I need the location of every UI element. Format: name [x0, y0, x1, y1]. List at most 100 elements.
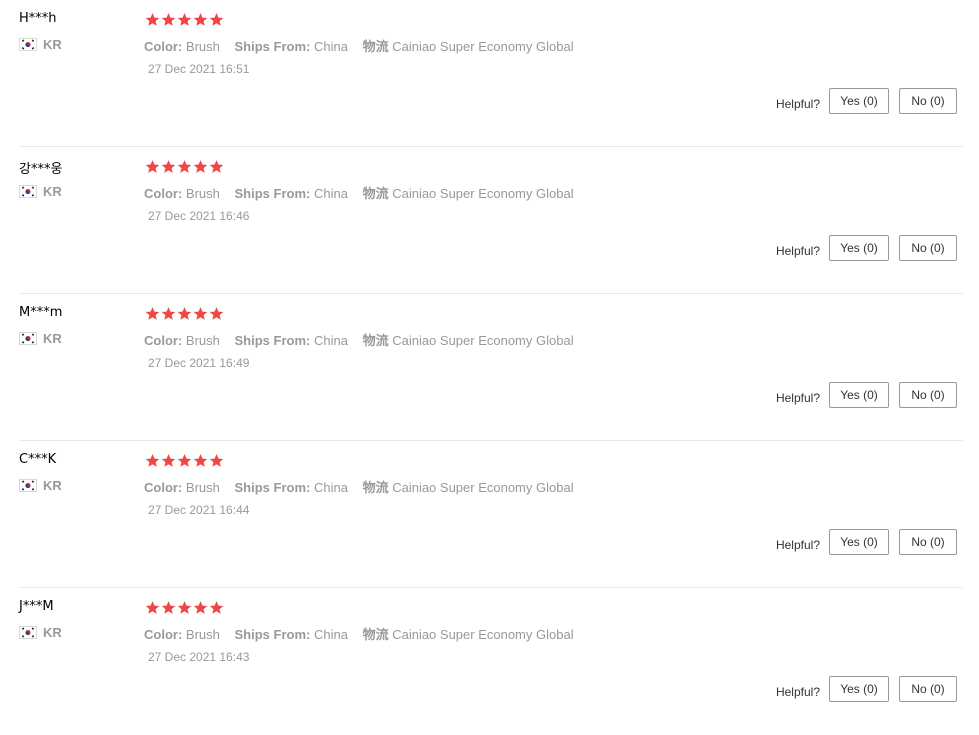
star-icon: [193, 13, 208, 26]
review-item: M***m KR Color: Brush Ships From: China …: [19, 294, 963, 441]
reviewer-name: 강***웅: [19, 162, 63, 177]
helpful-vote: Helpful? Yes (0) No (0): [776, 235, 957, 261]
star-icon: [177, 307, 192, 320]
helpful-yes-button[interactable]: Yes (0): [829, 88, 889, 114]
review-item: J***M KR Color: Brush Ships From: China …: [19, 588, 963, 735]
reviewer-name: C***K: [19, 452, 57, 467]
country-code: KR: [43, 37, 62, 52]
review-date: 27 Dec 2021 16:43: [148, 650, 250, 664]
star-icon: [161, 160, 176, 173]
star-rating: [145, 600, 224, 615]
ships-from-value: China: [313, 333, 348, 348]
reviewer-country: KR: [19, 478, 62, 493]
helpful-yes-button[interactable]: Yes (0): [829, 676, 889, 702]
reviewer-country: KR: [19, 37, 62, 52]
reviewer-name: M***m: [19, 305, 63, 320]
star-icon: [209, 307, 224, 320]
star-icon: [161, 601, 176, 614]
color-key: Color:: [144, 186, 183, 201]
reviewer-name: J***M: [19, 599, 54, 614]
star-icon: [161, 454, 176, 467]
logistics-value: Cainiao Super Economy Global: [392, 333, 574, 348]
review-date: 27 Dec 2021 16:44: [148, 503, 250, 517]
helpful-no-button[interactable]: No (0): [899, 676, 957, 702]
review-date: 27 Dec 2021 16:51: [148, 62, 250, 76]
helpful-yes-button[interactable]: Yes (0): [829, 235, 889, 261]
logistics-key: 物流: [362, 480, 389, 495]
logistics-key: 物流: [362, 186, 389, 201]
color-value: Brush: [185, 333, 220, 348]
country-code: KR: [43, 478, 62, 493]
helpful-label: Helpful?: [775, 538, 820, 552]
review-meta: Color: Brush Ships From: China 物流 Cainia…: [144, 624, 585, 643]
star-icon: [145, 454, 160, 467]
review-list: H***h KR Color: Brush Ships From: China …: [0, 0, 979, 728]
star-icon: [209, 454, 224, 467]
color-key: Color:: [144, 627, 183, 642]
star-icon: [161, 307, 176, 320]
south-korea-flag-icon: [19, 479, 37, 492]
ships-from-key: Ships From:: [234, 480, 311, 495]
ships-from-key: Ships From:: [234, 333, 311, 348]
star-icon: [177, 13, 192, 26]
star-icon: [193, 601, 208, 614]
star-rating: [145, 12, 224, 27]
ships-from-value: China: [313, 186, 348, 201]
helpful-yes-button[interactable]: Yes (0): [829, 382, 889, 408]
star-icon: [145, 13, 160, 26]
star-icon: [209, 13, 224, 26]
helpful-label: Helpful?: [775, 391, 820, 405]
review-item: C***K KR Color: Brush Ships From: China …: [19, 441, 963, 588]
color-key: Color:: [144, 333, 183, 348]
helpful-label: Helpful?: [775, 685, 820, 699]
logistics-value: Cainiao Super Economy Global: [392, 480, 574, 495]
helpful-label: Helpful?: [775, 97, 820, 111]
color-value: Brush: [185, 480, 220, 495]
ships-from-key: Ships From:: [234, 39, 311, 54]
star-icon: [145, 601, 160, 614]
color-value: Brush: [185, 186, 220, 201]
helpful-no-button[interactable]: No (0): [899, 88, 957, 114]
helpful-vote: Helpful? Yes (0) No (0): [776, 88, 957, 114]
helpful-no-button[interactable]: No (0): [899, 382, 957, 408]
star-icon: [145, 160, 160, 173]
helpful-vote: Helpful? Yes (0) No (0): [776, 529, 957, 555]
star-icon: [193, 454, 208, 467]
helpful-no-button[interactable]: No (0): [899, 529, 957, 555]
ships-from-key: Ships From:: [234, 627, 311, 642]
logistics-key: 物流: [362, 627, 389, 642]
country-code: KR: [43, 625, 62, 640]
color-value: Brush: [185, 39, 220, 54]
star-icon: [177, 160, 192, 173]
review-meta: Color: Brush Ships From: China 物流 Cainia…: [144, 183, 585, 202]
south-korea-flag-icon: [19, 626, 37, 639]
color-key: Color:: [144, 39, 183, 54]
south-korea-flag-icon: [19, 332, 37, 345]
ships-from-value: China: [313, 627, 348, 642]
ships-from-value: China: [313, 480, 348, 495]
reviewer-country: KR: [19, 331, 62, 346]
review-date: 27 Dec 2021 16:46: [148, 209, 250, 223]
star-rating: [145, 453, 224, 468]
color-value: Brush: [185, 627, 220, 642]
star-icon: [145, 307, 160, 320]
star-icon: [209, 160, 224, 173]
ships-from-value: China: [313, 39, 348, 54]
helpful-vote: Helpful? Yes (0) No (0): [776, 382, 957, 408]
review-item: H***h KR Color: Brush Ships From: China …: [19, 0, 963, 147]
logistics-value: Cainiao Super Economy Global: [392, 627, 574, 642]
star-icon: [193, 160, 208, 173]
logistics-value: Cainiao Super Economy Global: [392, 39, 574, 54]
logistics-key: 物流: [362, 39, 389, 54]
ships-from-key: Ships From:: [234, 186, 311, 201]
logistics-value: Cainiao Super Economy Global: [392, 186, 574, 201]
review-meta: Color: Brush Ships From: China 物流 Cainia…: [144, 330, 585, 349]
review-item: 강***웅 KR Color: Brush Ships From: China …: [19, 147, 963, 294]
helpful-label: Helpful?: [775, 244, 820, 258]
star-icon: [177, 454, 192, 467]
star-icon: [193, 307, 208, 320]
helpful-no-button[interactable]: No (0): [899, 235, 957, 261]
helpful-yes-button[interactable]: Yes (0): [829, 529, 889, 555]
reviewer-country: KR: [19, 184, 62, 199]
star-icon: [161, 13, 176, 26]
